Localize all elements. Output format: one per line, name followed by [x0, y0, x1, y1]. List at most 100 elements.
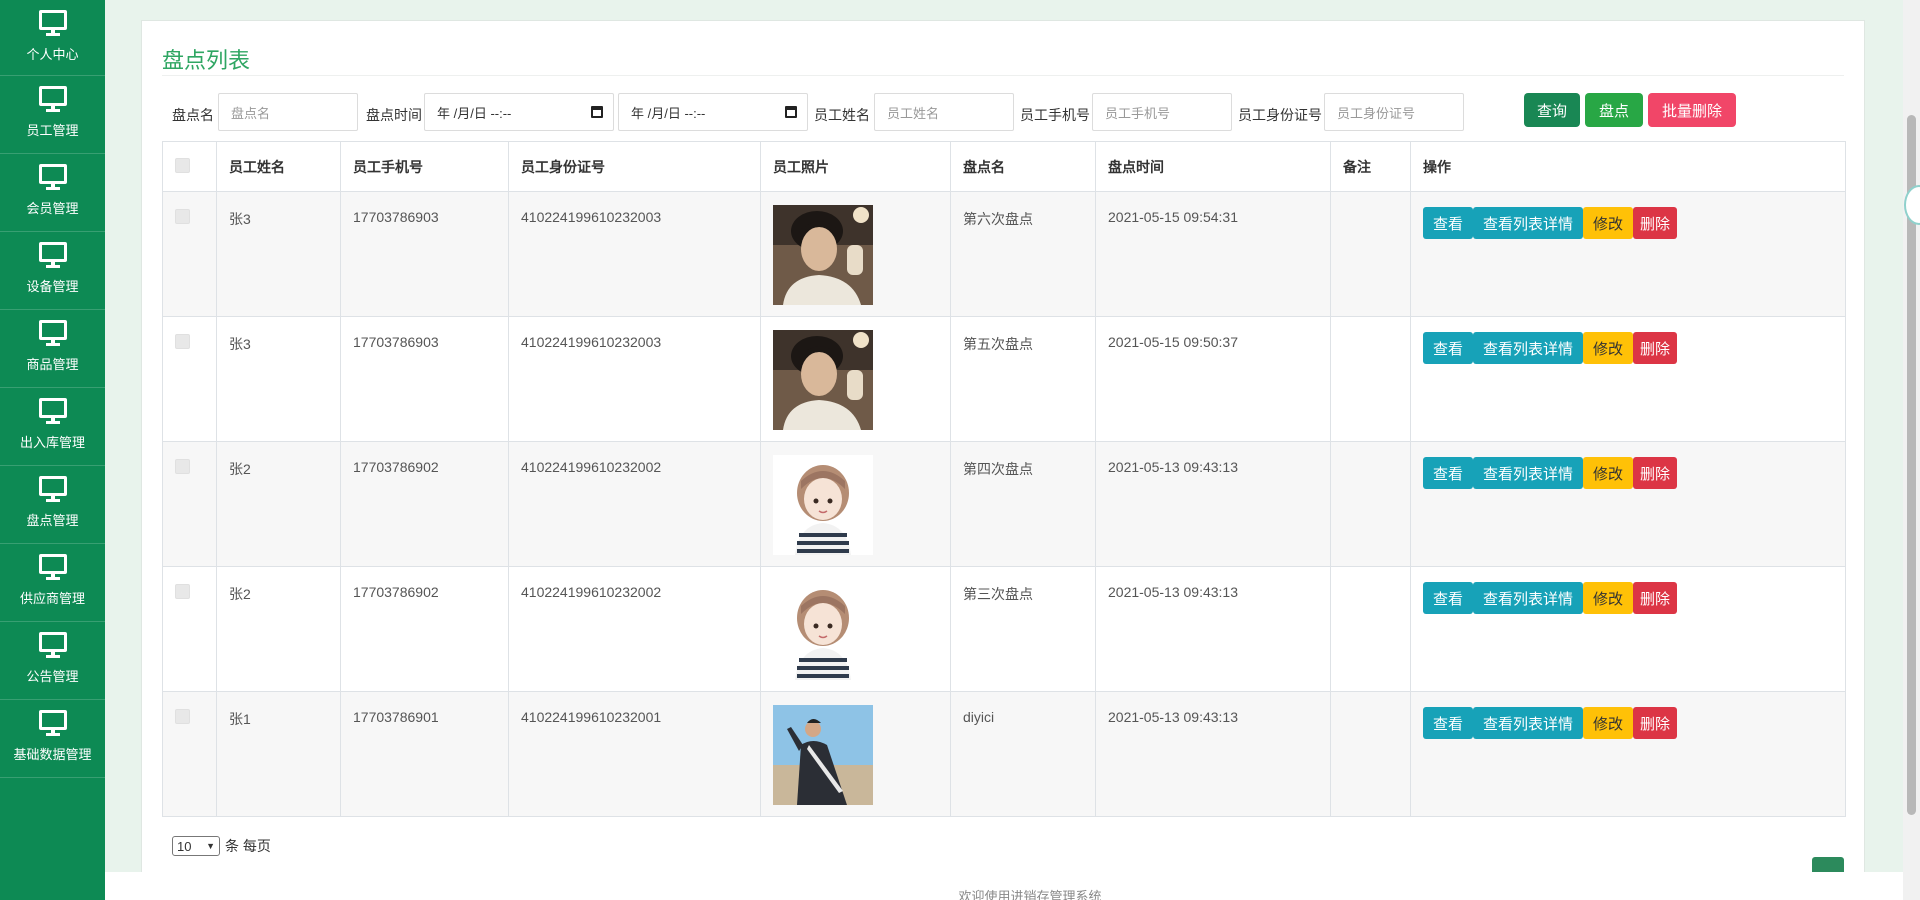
- sidebar-item-label: 公告管理: [26, 669, 79, 684]
- calendar-icon[interactable]: [785, 106, 797, 118]
- delete-button[interactable]: 删除: [1633, 332, 1678, 364]
- inventory-table: 员工姓名 员工手机号 员工身份证号 员工照片 盘点名 盘点时间 备注 操作 张3…: [162, 141, 1846, 817]
- page-size-select[interactable]: 10 ▼: [172, 836, 220, 856]
- cell-inventory-time: 2021-05-15 09:50:37: [1095, 316, 1331, 442]
- view-button[interactable]: 查看: [1423, 582, 1474, 614]
- cell-note: [1330, 691, 1411, 817]
- employee-idcard-label: 员工身份证号: [1238, 107, 1322, 123]
- cell-employee-phone: 17703786902: [340, 566, 509, 692]
- monitor-icon: [38, 10, 67, 36]
- cell-employee-name: 张1: [216, 691, 341, 817]
- table-row: 张1 17703786901 410224199610232001 diyici 202…: [162, 691, 1846, 817]
- edit-button[interactable]: 修改: [1583, 207, 1634, 239]
- inventory-button[interactable]: 盘点: [1585, 93, 1643, 127]
- select-all-checkbox[interactable]: [175, 157, 190, 173]
- row-select-cell: [162, 441, 217, 567]
- table-row: 张3 17703786903 410224199610232003 第六次盘点 2021…: [162, 191, 1846, 317]
- photo-cartoon-girl: [773, 580, 873, 680]
- delete-button[interactable]: 删除: [1633, 582, 1678, 614]
- date-start-value: 年 /月/日 --:--: [437, 105, 512, 121]
- cell-note: [1330, 316, 1411, 442]
- view-button[interactable]: 查看: [1423, 332, 1474, 364]
- employee-name-label: 员工姓名: [814, 107, 870, 123]
- sidebar-item-label: 基础数据管理: [13, 747, 92, 762]
- row-checkbox[interactable]: [175, 709, 190, 724]
- sidebar-item-label: 盘点管理: [26, 513, 79, 528]
- view-details-button[interactable]: 查看列表详情: [1473, 457, 1584, 489]
- delete-button[interactable]: 删除: [1633, 707, 1678, 739]
- sidebar-item[interactable]: 设备管理: [0, 232, 105, 310]
- sidebar-item[interactable]: 盘点管理: [0, 466, 105, 544]
- date-end-input[interactable]: 年 /月/日 --:--: [618, 93, 808, 131]
- sidebar-item-label: 商品管理: [26, 357, 79, 372]
- cell-actions: 查看 查看列表详情 修改 删除: [1410, 566, 1846, 692]
- cell-inventory-time: 2021-05-13 09:43:13: [1095, 566, 1331, 692]
- row-checkbox[interactable]: [175, 584, 190, 599]
- photo-young-man: [773, 205, 873, 305]
- row-select-cell: [162, 566, 217, 692]
- title-divider: [162, 75, 1844, 76]
- edit-button[interactable]: 修改: [1583, 582, 1634, 614]
- view-details-button[interactable]: 查看列表详情: [1473, 707, 1584, 739]
- view-button[interactable]: 查看: [1423, 207, 1474, 239]
- sidebar-item-label: 会员管理: [26, 201, 79, 216]
- employee-name-input[interactable]: 员工姓名: [874, 93, 1014, 131]
- inventory-name-label: 盘点名: [172, 107, 214, 123]
- delete-button[interactable]: 删除: [1633, 207, 1678, 239]
- sidebar-item[interactable]: 供应商管理: [0, 544, 105, 622]
- cell-employee-name: 张3: [216, 316, 341, 442]
- sidebar-item[interactable]: 基础数据管理: [0, 700, 105, 778]
- employee-phone-input[interactable]: 员工手机号: [1092, 93, 1232, 131]
- cell-employee-photo: [760, 566, 951, 692]
- monitor-icon: [38, 242, 67, 268]
- monitor-icon: [38, 476, 67, 502]
- page-scrollbar[interactable]: [1903, 0, 1920, 900]
- view-details-button[interactable]: 查看列表详情: [1473, 582, 1584, 614]
- cell-employee-phone: 17703786901: [340, 691, 509, 817]
- row-select-cell: [162, 191, 217, 317]
- cell-inventory-name: 第四次盘点: [950, 441, 1096, 567]
- inventory-name-input[interactable]: 盘点名: [218, 93, 358, 131]
- row-checkbox[interactable]: [175, 334, 190, 349]
- cell-employee-idcard: 410224199610232003: [508, 191, 761, 317]
- batch-delete-button[interactable]: 批量删除: [1648, 93, 1736, 127]
- footer: 欢迎使用进销存管理系统: [105, 872, 1920, 900]
- sidebar-item-label: 设备管理: [26, 279, 79, 294]
- query-button[interactable]: 查询: [1524, 93, 1580, 127]
- edit-button[interactable]: 修改: [1583, 457, 1634, 489]
- row-select-cell: [162, 691, 217, 817]
- row-checkbox[interactable]: [175, 459, 190, 474]
- search-bar: 盘点名 盘点名 盘点时间 年 /月/日 --:-- 年 /月/日 --:-- 员…: [172, 93, 1832, 133]
- cell-employee-name: 张2: [216, 441, 341, 567]
- sidebar-item[interactable]: 商品管理: [0, 310, 105, 388]
- view-details-button[interactable]: 查看列表详情: [1473, 207, 1584, 239]
- calendar-icon[interactable]: [591, 106, 603, 118]
- view-button[interactable]: 查看: [1423, 457, 1474, 489]
- table-row: 张2 17703786902 410224199610232002 第三次盘点 2021…: [162, 566, 1846, 692]
- sidebar-item[interactable]: 公告管理: [0, 622, 105, 700]
- cell-actions: 查看 查看列表详情 修改 删除: [1410, 691, 1846, 817]
- sidebar-item[interactable]: 个人中心: [0, 0, 105, 76]
- cell-inventory-name: 第六次盘点: [950, 191, 1096, 317]
- monitor-icon: [38, 398, 67, 424]
- sidebar-item-label: 员工管理: [26, 123, 79, 138]
- sidebar: 个人中心员工管理会员管理设备管理商品管理出入库管理盘点管理供应商管理公告管理基础…: [0, 0, 105, 900]
- sidebar-item[interactable]: 会员管理: [0, 154, 105, 232]
- employee-idcard-input[interactable]: 员工身份证号: [1324, 93, 1464, 131]
- view-details-button[interactable]: 查看列表详情: [1473, 332, 1584, 364]
- row-checkbox[interactable]: [175, 209, 190, 224]
- cell-employee-idcard: 410224199610232001: [508, 691, 761, 817]
- edit-button[interactable]: 修改: [1583, 707, 1634, 739]
- cell-employee-photo: [760, 441, 951, 567]
- cell-employee-phone: 17703786903: [340, 316, 509, 442]
- cell-note: [1330, 441, 1411, 567]
- photo-cartoon-girl: [773, 455, 873, 555]
- edit-button[interactable]: 修改: [1583, 332, 1634, 364]
- cell-note: [1330, 191, 1411, 317]
- sidebar-item[interactable]: 员工管理: [0, 76, 105, 154]
- sidebar-item[interactable]: 出入库管理: [0, 388, 105, 466]
- date-start-input[interactable]: 年 /月/日 --:--: [424, 93, 614, 131]
- delete-button[interactable]: 删除: [1633, 457, 1678, 489]
- view-button[interactable]: 查看: [1423, 707, 1474, 739]
- monitor-icon: [38, 320, 67, 346]
